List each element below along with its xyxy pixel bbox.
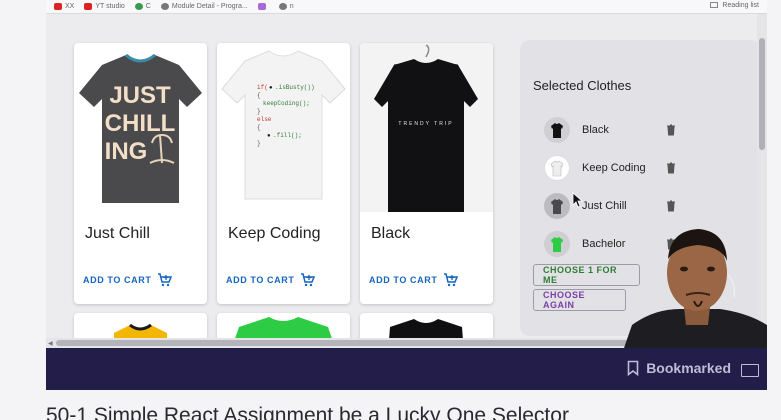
product-image: if(● .isBusty()) { keepCoding(); } else {… <box>217 43 350 212</box>
mouse-cursor-icon <box>572 192 582 208</box>
bookmark-item[interactable]: n <box>278 2 294 12</box>
tshirt-image: TRENDY TRIP <box>374 44 478 212</box>
avatar <box>544 117 570 143</box>
delete-icon[interactable] <box>666 200 676 212</box>
svg-text:●: ● <box>269 84 273 91</box>
bookmarks-bar: XX YT studio C Module Detail - Progra...… <box>46 0 767 14</box>
svg-text:keepCoding();: keepCoding(); <box>263 100 310 107</box>
bookmark-item[interactable]: C <box>134 2 151 12</box>
choose-again-button[interactable]: CHOOSE AGAIN <box>533 289 626 311</box>
selected-item-name: Black <box>582 124 609 136</box>
svg-text:JUST: JUST <box>109 82 171 109</box>
bookmark-icon <box>627 360 639 376</box>
product-card-just-chill: JUST CHILL ING Just Chill ADD TO CART <box>74 43 207 304</box>
fullscreen-icon[interactable] <box>741 364 759 377</box>
bookmark-item[interactable]: Module Detail - Progra... <box>160 2 248 12</box>
add-to-cart-button[interactable]: ADD TO CART <box>369 273 459 287</box>
product-title: Keep Coding <box>228 225 321 242</box>
bookmark-button[interactable]: Bookmarked <box>627 360 731 376</box>
product-card-black: TRENDY TRIP Black ADD TO CART <box>360 43 493 304</box>
product-title: Just Chill <box>85 225 150 242</box>
svg-text:.isBusty()): .isBusty()) <box>275 84 315 91</box>
product-image: TRENDY TRIP <box>360 43 493 212</box>
youtube-icon <box>84 3 93 10</box>
add-cart-icon <box>158 273 173 287</box>
globe-icon <box>278 3 287 10</box>
tshirt-image: JUST CHILL ING <box>79 53 202 203</box>
svg-text:if(: if( <box>257 84 268 91</box>
add-to-cart-button[interactable]: ADD TO CART <box>83 273 173 287</box>
tshirt-image: if(● .isBusty()) { keepCoding(); } else {… <box>221 50 346 200</box>
svg-text:{: { <box>257 92 261 99</box>
panel-title: Selected Clothes <box>533 78 632 93</box>
youtube-icon <box>54 3 62 10</box>
circle-icon <box>134 3 143 10</box>
bookmark-item[interactable] <box>257 2 269 12</box>
svg-text:}: } <box>257 108 261 115</box>
add-cart-icon <box>444 273 459 287</box>
product-title: Black <box>371 225 411 242</box>
avatar <box>544 231 570 257</box>
product-image: JUST CHILL ING <box>74 43 207 212</box>
delete-icon[interactable] <box>666 124 676 136</box>
avatar <box>544 193 570 219</box>
scroll-left-icon[interactable]: ◀ <box>48 340 53 347</box>
svg-text:ING: ING <box>105 138 148 165</box>
selected-item: Black <box>544 116 684 144</box>
svg-text:}: } <box>257 140 261 147</box>
add-to-cart-button[interactable]: ADD TO CART <box>226 273 316 287</box>
selected-item-name: Keep Coding <box>582 162 646 174</box>
figma-icon <box>257 3 266 10</box>
svg-text:●: ● <box>267 132 271 139</box>
lesson-title: 50-1 Simple React Assignment be a Lucky … <box>46 404 569 420</box>
selected-item-name: Just Chill <box>582 200 627 212</box>
reading-list-icon <box>710 2 719 8</box>
page: XX YT studio C Module Detail - Progra...… <box>0 0 781 420</box>
delete-icon[interactable] <box>666 162 676 174</box>
selected-item: Keep Coding <box>544 154 684 182</box>
svg-text:CHILL: CHILL <box>105 110 176 137</box>
add-cart-icon <box>301 273 316 287</box>
svg-text:{: { <box>257 124 261 131</box>
page-icon <box>160 3 169 10</box>
avatar <box>544 155 570 181</box>
video-controls-bar: Bookmarked <box>46 348 767 390</box>
bookmark-item[interactable]: XX <box>54 2 74 12</box>
svg-text:else: else <box>257 116 272 123</box>
bookmark-item[interactable]: YT studio <box>84 2 125 12</box>
reading-list[interactable]: Reading list <box>710 0 759 10</box>
svg-text:.fill();: .fill(); <box>273 132 302 139</box>
presenter-webcam <box>624 213 767 348</box>
scrollbar-thumb[interactable] <box>56 340 666 346</box>
svg-text:TRENDY TRIP: TRENDY TRIP <box>398 121 453 127</box>
product-card-keep-coding: if(● .isBusty()) { keepCoding(); } else {… <box>217 43 350 304</box>
scrollbar-thumb[interactable] <box>759 38 765 150</box>
